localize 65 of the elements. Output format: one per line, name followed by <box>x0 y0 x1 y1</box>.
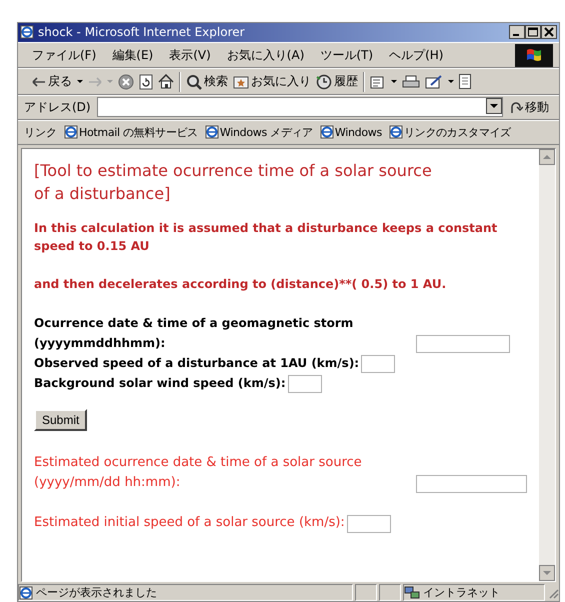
menu-item[interactable]: ヘルプ(H) <box>389 46 444 64</box>
dropdown-icon[interactable] <box>486 98 502 114</box>
field-label: Background solar wind speed (km/s): <box>34 374 286 392</box>
app-icon <box>20 25 34 40</box>
menu-item[interactable]: お気に入り(A) <box>226 46 304 64</box>
toolbar-button[interactable]: お気に入り <box>233 73 311 90</box>
result-label: Estimated initial speed of a solar source (km/s): <box>34 514 345 532</box>
minimize-icon[interactable] <box>509 25 525 40</box>
menu-item[interactable]: 表示(V) <box>169 46 211 64</box>
page-icon <box>388 125 403 140</box>
scrollbar[interactable] <box>539 148 555 581</box>
back-arrow-icon <box>32 76 46 88</box>
input-field[interactable] <box>416 334 510 353</box>
menu-item[interactable]: ツール(T) <box>320 46 374 64</box>
link-item[interactable]: Windows メディア <box>204 124 313 140</box>
zone-text: イントラネット <box>423 585 500 600</box>
mail-icon[interactable] <box>370 74 386 89</box>
favorites-folder-icon <box>233 74 249 89</box>
note-text: In this calculation it is assumed that a disturbance keeps a constant speed to 0.15 AU <box>34 220 498 255</box>
caret-icon[interactable] <box>77 80 83 84</box>
print-icon[interactable] <box>402 74 420 89</box>
scroll-down-icon[interactable] <box>539 565 555 581</box>
caret-icon[interactable] <box>391 80 397 84</box>
go-arrow-icon <box>509 100 523 114</box>
toolbar-button[interactable]: 戻る <box>32 73 72 90</box>
toolbar-button[interactable]: 履歴 <box>316 73 358 90</box>
go-button[interactable]: 移動 <box>509 98 553 116</box>
close-icon[interactable] <box>541 25 557 40</box>
output-field[interactable] <box>416 474 527 493</box>
field-label: Observed speed of a disturbance at 1AU (km/s): <box>34 354 360 372</box>
page-icon <box>204 125 219 140</box>
link-item[interactable]: Windows <box>320 125 382 140</box>
address-label: アドレス(D) <box>24 98 91 116</box>
scroll-up-icon[interactable] <box>539 148 555 165</box>
menu-item[interactable]: ファイル(F) <box>32 46 96 64</box>
toolbar-button[interactable]: 検索 <box>186 73 228 90</box>
field-label: Ocurrence date & time of a geomagnetic storm (yyyymmddhhmm): <box>34 314 354 352</box>
flag-icon <box>526 48 542 62</box>
link-item[interactable]: Hotmail の無料サービス <box>64 124 198 140</box>
result-label: Estimated ocurrence date & time of a solar source (yyyy/mm/dd hh:mm): <box>34 454 363 492</box>
input-field[interactable] <box>361 354 396 373</box>
window-title: shock - Microsoft Internet Explorer <box>38 25 246 40</box>
maximize-icon[interactable] <box>525 25 541 40</box>
status-text: ページが表示されました <box>36 585 157 600</box>
address-field[interactable] <box>96 97 503 118</box>
links-label: リンク <box>24 124 57 140</box>
input-field[interactable] <box>288 374 322 393</box>
document-icon[interactable] <box>459 74 471 90</box>
page-icon <box>320 125 334 140</box>
home-icon[interactable] <box>158 74 174 90</box>
output-field[interactable] <box>346 514 391 533</box>
stop-icon[interactable] <box>118 74 134 90</box>
menu-item[interactable]: 編集(E) <box>112 46 154 64</box>
submit-button[interactable]: Submit <box>34 408 88 431</box>
history-icon <box>316 74 332 90</box>
note-text: and then decelerates according to (distance)**( 0.5) to 1 AU. <box>34 276 448 293</box>
search-icon <box>186 74 202 90</box>
page-icon <box>64 125 78 140</box>
link-item[interactable]: リンクのカスタマイズ <box>388 124 511 140</box>
page-heading: [Tool to estimate ocurrence time of a solar source of a disturbance] <box>34 160 433 205</box>
refresh-icon[interactable] <box>139 74 153 90</box>
caret-icon[interactable] <box>448 80 454 84</box>
edit-icon[interactable] <box>425 74 443 89</box>
page-icon <box>19 586 33 600</box>
network-icon <box>404 586 420 600</box>
